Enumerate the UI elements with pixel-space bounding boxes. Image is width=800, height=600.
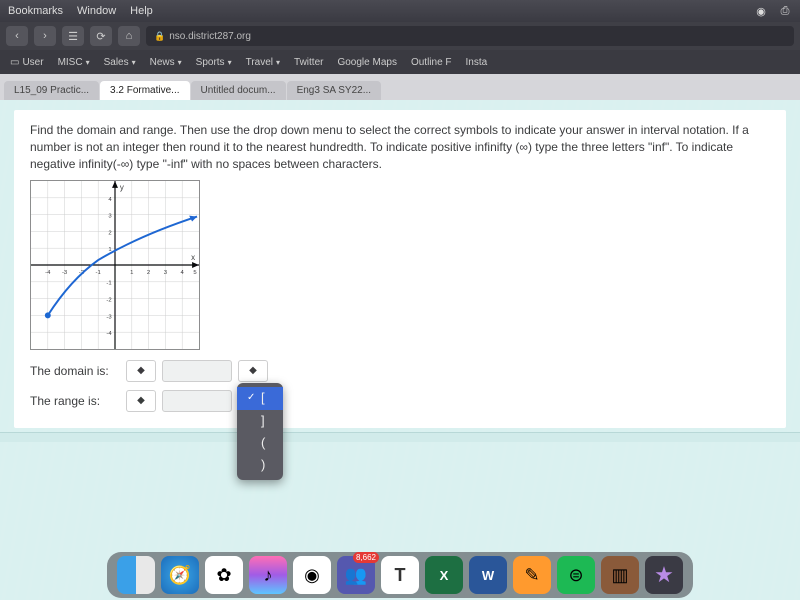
bookmark-outline[interactable]: Outline F <box>411 57 452 68</box>
svg-text:-3: -3 <box>62 270 68 276</box>
domain-row: The domain is: ◆ ◆ ✓[ ] ( ) <box>30 360 770 382</box>
svg-text:2: 2 <box>147 270 150 276</box>
tab-3[interactable]: Eng3 SA SY22... <box>287 81 382 100</box>
dropdown-option-open-paren[interactable]: ( <box>237 432 283 454</box>
question-card: Find the domain and range. Then use the … <box>14 110 786 428</box>
range-value-input[interactable] <box>162 390 232 412</box>
sidebar-button[interactable]: ☰ <box>62 26 84 46</box>
mac-menubar: Bookmarks Window Help ◉ ⎙ <box>0 0 800 22</box>
dock-imovie-icon[interactable]: ★ <box>645 556 683 594</box>
screen: Bookmarks Window Help ◉ ⎙ ‹ › ☰ ⟳ ⌂ 🔒 ns… <box>0 0 800 600</box>
dock-chrome-icon[interactable]: ◉ <box>293 556 331 594</box>
dock-folder-icon[interactable]: ▥ <box>601 556 639 594</box>
bookmarks-bar: ▭ User MISC▾ Sales▾ News▾ Sports▾ Travel… <box>0 50 800 74</box>
y-axis-label: y <box>120 183 124 192</box>
x-axis-label: x <box>191 253 195 262</box>
bookmark-user[interactable]: ▭ User <box>10 57 44 68</box>
dock-wrap: 🧭 ✿ ♪ ◉ 👥 8,662 T X W ✎ ⊜ ▥ ★ <box>0 552 800 598</box>
question-text: Find the domain and range. Then use the … <box>30 122 770 172</box>
dropdown-option-open-square[interactable]: ✓[ <box>237 387 283 409</box>
browser-toolbar: ‹ › ☰ ⟳ ⌂ 🔒 nso.district287.org <box>0 22 800 50</box>
svg-text:3: 3 <box>164 270 168 276</box>
select-arrows-icon: ◆ <box>137 364 145 378</box>
bookmark-news[interactable]: News▾ <box>150 57 182 68</box>
printer-icon[interactable]: ⎙ <box>778 4 792 18</box>
folder-icon: ▭ <box>10 57 19 68</box>
chevron-down-icon: ▾ <box>86 58 90 67</box>
bookmark-sports[interactable]: Sports▾ <box>196 57 232 68</box>
dock-safari-icon[interactable]: 🧭 <box>161 556 199 594</box>
bracket-dropdown: ✓[ ] ( ) <box>237 383 283 480</box>
dock-photos-icon[interactable]: ✿ <box>205 556 243 594</box>
svg-text:-1: -1 <box>96 270 101 276</box>
back-button[interactable]: ‹ <box>6 26 28 46</box>
svg-text:1: 1 <box>130 270 133 276</box>
svg-text:-4: -4 <box>106 332 112 338</box>
menu-help[interactable]: Help <box>130 5 153 17</box>
range-row: The range is: ◆ ◆ <box>30 390 770 412</box>
domain-left-bracket-select[interactable]: ◆ <box>126 360 156 382</box>
range-label: The range is: <box>30 393 120 410</box>
badge-count: 8,662 <box>353 552 379 563</box>
domain-right-bracket-select[interactable]: ◆ ✓[ ] ( ) <box>238 360 268 382</box>
svg-text:5: 5 <box>193 270 197 276</box>
chevron-down-icon: ▾ <box>178 58 182 67</box>
svg-text:2: 2 <box>108 231 111 237</box>
chevron-down-icon: ▾ <box>276 58 280 67</box>
menu-bookmarks[interactable]: Bookmarks <box>8 5 63 17</box>
dropdown-option-close-paren[interactable]: ) <box>237 454 283 476</box>
dock-music-icon[interactable]: ♪ <box>249 556 287 594</box>
dock: 🧭 ✿ ♪ ◉ 👥 8,662 T X W ✎ ⊜ ▥ ★ <box>107 552 693 598</box>
dock-pages-icon[interactable]: ✎ <box>513 556 551 594</box>
bookmark-insta[interactable]: Insta <box>466 57 488 68</box>
dock-t-icon[interactable]: T <box>381 556 419 594</box>
reload-button[interactable]: ⟳ <box>90 26 112 46</box>
dock-teams-icon[interactable]: 👥 8,662 <box>337 556 375 594</box>
bookmark-google-maps[interactable]: Google Maps <box>337 57 396 68</box>
chevron-down-icon: ▾ <box>132 58 136 67</box>
closed-endpoint-icon <box>45 313 51 319</box>
chevron-down-icon: ▾ <box>228 58 232 67</box>
address-bar[interactable]: 🔒 nso.district287.org <box>146 26 794 46</box>
tab-2[interactable]: Untitled docum... <box>191 81 286 100</box>
bookmark-twitter[interactable]: Twitter <box>294 57 323 68</box>
select-arrows-icon: ◆ <box>137 394 145 408</box>
dock-excel-icon[interactable]: X <box>425 556 463 594</box>
svg-text:-3: -3 <box>106 315 112 321</box>
dock-spotify-icon[interactable]: ⊜ <box>557 556 595 594</box>
svg-text:-4: -4 <box>45 270 51 276</box>
content-footer <box>0 432 800 442</box>
dock-word-icon[interactable]: W <box>469 556 507 594</box>
star-icon: ★ <box>654 562 674 588</box>
select-arrows-icon: ◆ <box>249 364 257 378</box>
page-content: Find the domain and range. Then use the … <box>0 100 800 600</box>
check-icon: ✓ <box>247 391 257 405</box>
graph: -4-3-2-1 12345 4321 -1-2-3-4 y x <box>30 180 200 350</box>
bookmark-travel[interactable]: Travel▾ <box>246 57 280 68</box>
menu-window[interactable]: Window <box>77 5 116 17</box>
domain-value-input[interactable] <box>162 360 232 382</box>
home-button[interactable]: ⌂ <box>118 26 140 46</box>
lock-icon: 🔒 <box>154 31 165 42</box>
forward-button[interactable]: › <box>34 26 56 46</box>
range-left-bracket-select[interactable]: ◆ <box>126 390 156 412</box>
cc-icon[interactable]: ◉ <box>754 4 768 18</box>
domain-label: The domain is: <box>30 363 120 380</box>
svg-text:4: 4 <box>181 270 185 276</box>
tab-1[interactable]: 3.2 Formative... <box>100 81 189 100</box>
bookmark-sales[interactable]: Sales▾ <box>104 57 136 68</box>
svg-text:-2: -2 <box>106 298 111 304</box>
dock-finder-icon[interactable] <box>117 556 155 594</box>
address-text: nso.district287.org <box>169 31 251 42</box>
tab-strip: L15_09 Practic... 3.2 Formative... Untit… <box>0 74 800 100</box>
tab-0[interactable]: L15_09 Practic... <box>4 81 99 100</box>
dropdown-option-close-square[interactable]: ] <box>237 410 283 432</box>
svg-text:-1: -1 <box>106 281 111 287</box>
bookmark-misc[interactable]: MISC▾ <box>58 57 90 68</box>
